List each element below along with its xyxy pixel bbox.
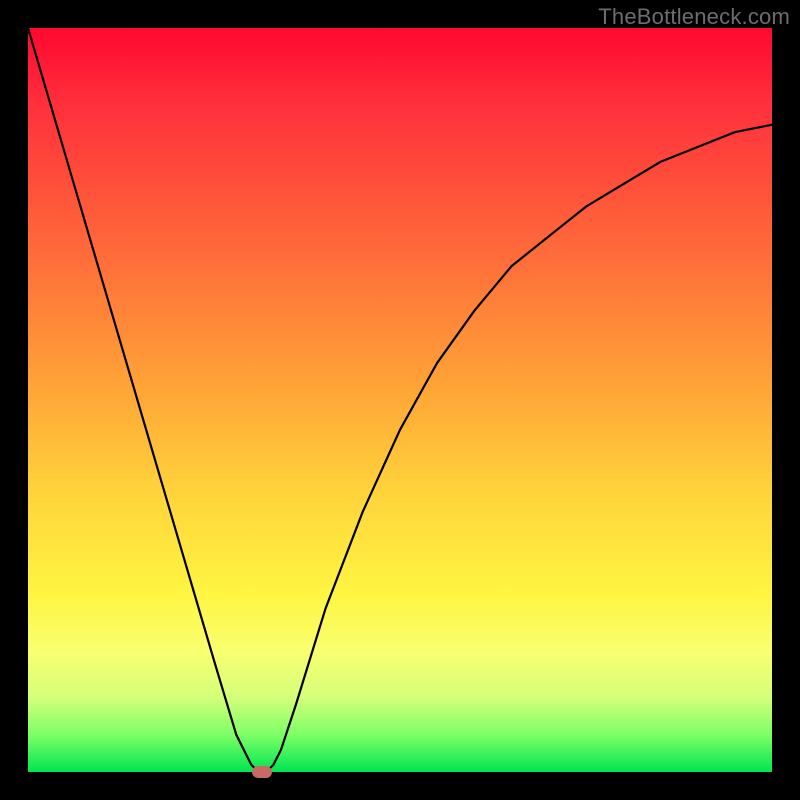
watermark-text: TheBottleneck.com bbox=[598, 4, 790, 30]
bottleneck-curve bbox=[28, 28, 772, 772]
plot-area bbox=[28, 28, 772, 772]
chart-frame: TheBottleneck.com bbox=[0, 0, 800, 800]
minimum-marker bbox=[252, 766, 272, 778]
